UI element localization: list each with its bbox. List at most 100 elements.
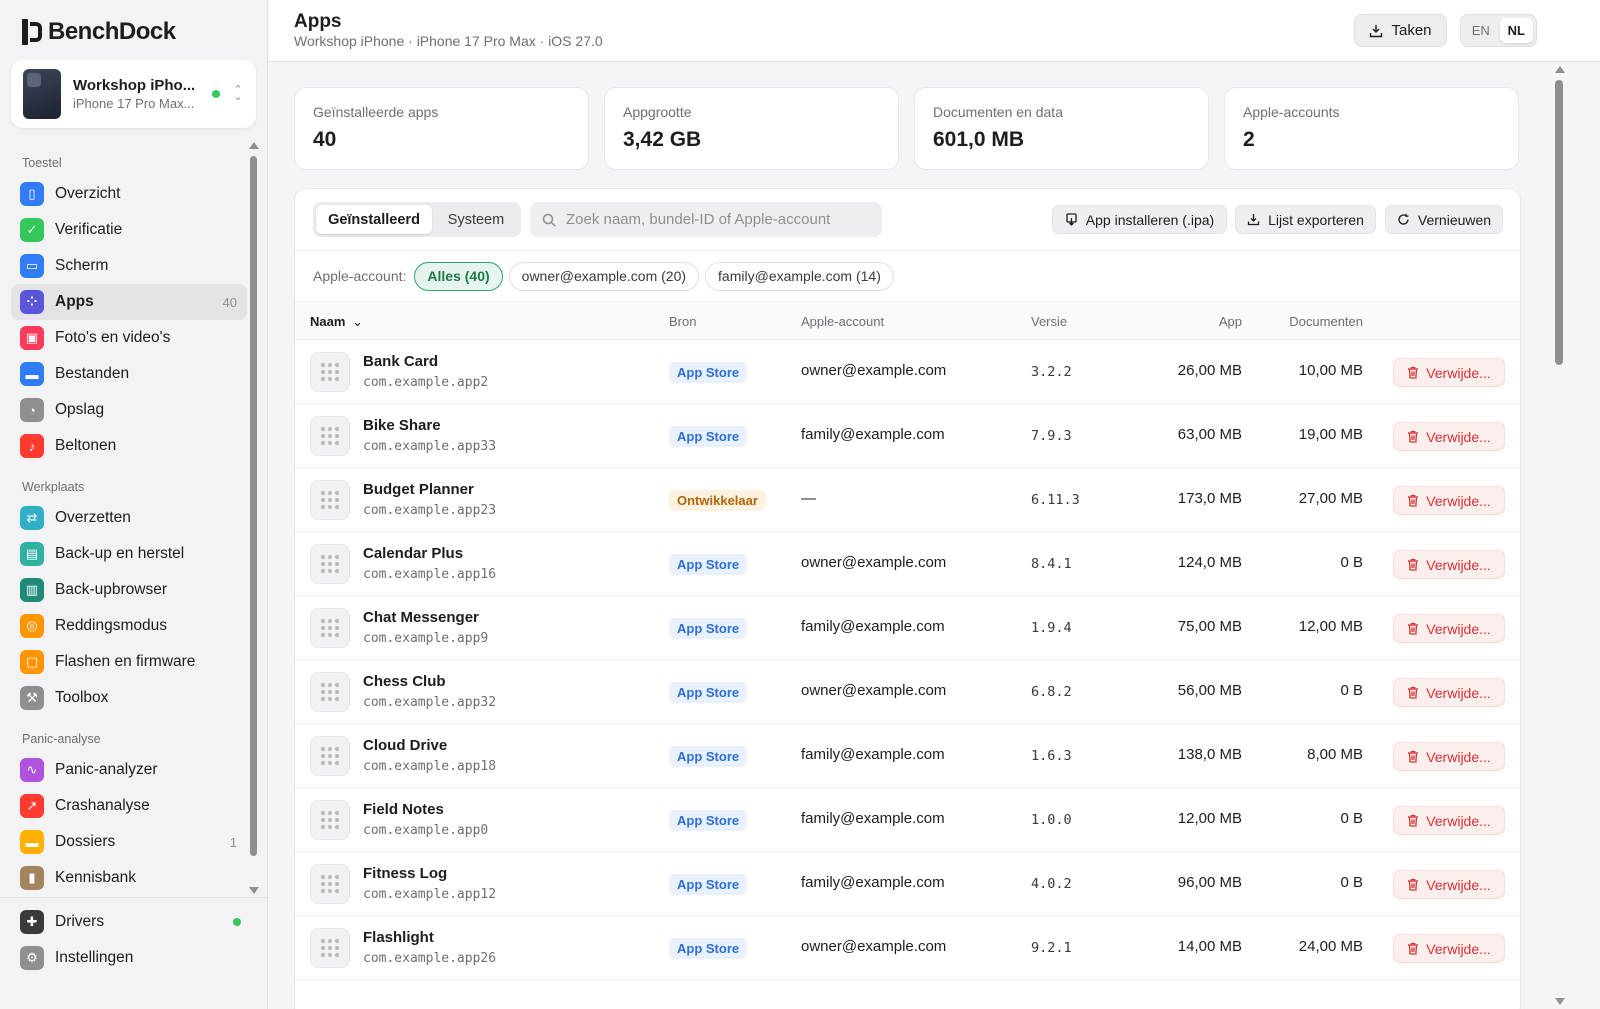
sidebar-item-back-up-en-herstel[interactable]: ▤ Back-up en herstel xyxy=(11,536,247,572)
app-placeholder-icon xyxy=(310,800,350,840)
delete-app-button[interactable]: Verwijde... xyxy=(1393,806,1505,835)
scroll-up-arrow-icon[interactable] xyxy=(1555,66,1565,73)
sidebar-item-flashen-en-firmware[interactable]: ▢ Flashen en firmware xyxy=(11,644,247,680)
apps-toolbar: Geïnstalleerd Systeem App installeren (.… xyxy=(295,189,1520,251)
install-app-button[interactable]: App installeren (.ipa) xyxy=(1052,205,1227,234)
scroll-down-arrow-icon[interactable] xyxy=(1555,998,1565,1005)
source-badge: App Store xyxy=(669,810,748,831)
delete-label: Verwijde... xyxy=(1426,428,1491,445)
sidebar-item-crashanalyse[interactable]: ↗ Crashanalyse xyxy=(11,788,247,824)
pie-icon: ◔ xyxy=(20,398,44,422)
app-placeholder-icon xyxy=(310,352,350,392)
column-header-account[interactable]: Apple-account xyxy=(801,314,884,329)
delete-label: Verwijde... xyxy=(1426,364,1491,381)
search-input[interactable] xyxy=(566,211,866,228)
delete-app-button[interactable]: Verwijde... xyxy=(1393,422,1505,451)
trash-icon xyxy=(1408,622,1419,635)
puzzle-icon: ✚ xyxy=(20,910,44,934)
search-field[interactable] xyxy=(530,202,882,237)
table-row[interactable]: Calendar Plus com.example.app16 App Store o… xyxy=(295,532,1520,596)
sidebar-item-reddingsmodus[interactable]: ◎ Reddingsmodus xyxy=(11,608,247,644)
tab-installed[interactable]: Geïnstalleerd xyxy=(316,205,432,234)
tasks-button[interactable]: Taken xyxy=(1354,14,1447,47)
device-switcher[interactable]: Workshop iPho... iPhone 17 Pro Max... ⌃ ⌄ xyxy=(11,60,256,128)
folder-stack-icon: ▬ xyxy=(20,830,44,854)
main-scroll-thumb[interactable] xyxy=(1555,80,1563,365)
app-placeholder-icon xyxy=(310,608,350,648)
delete-app-button[interactable]: Verwijde... xyxy=(1393,678,1505,707)
pulse-icon: ∿ xyxy=(20,758,44,782)
sidebar-item-opslag[interactable]: ◔ Opslag xyxy=(11,392,247,428)
table-row[interactable]: Fitness Log com.example.app12 App Store fam… xyxy=(295,852,1520,916)
sidebar-item-toolbox[interactable]: ⚒ Toolbox xyxy=(11,680,247,716)
sidebar-item-back-upbrowser[interactable]: ▥ Back-upbrowser xyxy=(11,572,247,608)
filter-chip-all[interactable]: Alles (40) xyxy=(414,261,503,291)
table-row[interactable]: Chess Club com.example.app32 App Store owne… xyxy=(295,660,1520,724)
language-toggle: EN NL xyxy=(1460,14,1537,47)
delete-app-button[interactable]: Verwijde... xyxy=(1393,358,1505,387)
trash-icon xyxy=(1408,814,1419,827)
delete-app-button[interactable]: Verwijde... xyxy=(1393,742,1505,771)
filter-chip-owner[interactable]: owner@example.com (20) xyxy=(508,261,700,291)
app-size-cell: 12,00 MB xyxy=(1177,810,1242,827)
column-header-documents[interactable]: Documenten xyxy=(1289,314,1363,329)
app-name: Flashlight xyxy=(363,929,434,946)
main-scrollbar[interactable] xyxy=(1552,62,1566,1009)
delete-app-button[interactable]: Verwijde... xyxy=(1393,870,1505,899)
scroll-down-arrow-icon[interactable] xyxy=(249,887,259,894)
table-row[interactable]: Bike Share com.example.app33 App Store fami… xyxy=(295,404,1520,468)
table-row[interactable]: Chat Messenger com.example.app9 App Store f… xyxy=(295,596,1520,660)
app-placeholder-icon xyxy=(310,544,350,584)
tab-system[interactable]: Systeem xyxy=(436,205,516,234)
app-placeholder-icon xyxy=(310,480,350,520)
sidebar-item-dossiers[interactable]: ▬ Dossiers 1 xyxy=(11,824,247,860)
delete-app-button[interactable]: Verwijde... xyxy=(1393,934,1505,963)
chevron-up-down-icon: ⌃ ⌄ xyxy=(233,84,243,103)
apple-account-cell: family@example.com xyxy=(801,874,945,891)
sidebar-item-overzicht[interactable]: ▯ Overzicht xyxy=(11,176,247,212)
sidebar-item-verificatie[interactable]: ✓ Verificatie xyxy=(11,212,247,248)
sidebar-item-apps[interactable]: ⁘ Apps 40 xyxy=(11,284,247,320)
sidebar-item-overzetten[interactable]: ⇄ Overzetten xyxy=(11,500,247,536)
sidebar-item-scherm[interactable]: ▭ Scherm xyxy=(11,248,247,284)
sidebar-scroll-thumb[interactable] xyxy=(250,156,257,856)
column-header-version[interactable]: Versie xyxy=(1031,314,1067,329)
sidebar-item-kennisbank[interactable]: ▮ Kennisbank xyxy=(11,860,247,896)
sidebar-scrollbar[interactable] xyxy=(248,140,259,896)
table-row[interactable]: Bank Card com.example.app2 App Store owner@… xyxy=(295,340,1520,404)
table-row[interactable]: Budget Planner com.example.app23 Ontwikkel… xyxy=(295,468,1520,532)
sidebar-item-panic-analyzer[interactable]: ∿ Panic-analyzer xyxy=(11,752,247,788)
sidebar-item-drivers[interactable]: ✚ Drivers xyxy=(11,904,257,940)
sidebar-item-instellingen[interactable]: ⚙ Instellingen xyxy=(11,940,257,976)
stat-documents-data: Documenten en data 601,0 MB xyxy=(914,87,1209,170)
delete-app-button[interactable]: Verwijde... xyxy=(1393,614,1505,643)
column-header-name[interactable]: Naam ⌄ xyxy=(310,314,363,330)
table-row[interactable]: Field Notes com.example.app0 App Store fami… xyxy=(295,788,1520,852)
app-name: Calendar Plus xyxy=(363,545,464,562)
sidebar-item-foto-s-en-video-s[interactable]: ▣ Foto's en video's xyxy=(11,320,247,356)
music-note-icon: ♪ xyxy=(20,434,44,458)
filter-chip-family[interactable]: family@example.com (14) xyxy=(705,261,894,291)
refresh-button[interactable]: Vernieuwen xyxy=(1385,205,1503,234)
column-label: Naam xyxy=(310,314,346,329)
delete-app-button[interactable]: Verwijde... xyxy=(1393,550,1505,579)
column-header-source[interactable]: Bron xyxy=(669,314,696,329)
stat-label: Documenten en data xyxy=(933,104,1063,120)
sidebar-item-bestanden[interactable]: ▬ Bestanden xyxy=(11,356,247,392)
table-row[interactable]: Cloud Drive com.example.app18 App Store fam… xyxy=(295,724,1520,788)
lang-en-button[interactable]: EN xyxy=(1464,18,1498,43)
sidebar-item-label: Reddingsmodus xyxy=(55,617,168,634)
app-type-segmented-control: Geïnstalleerd Systeem xyxy=(313,202,521,237)
apple-account-cell: family@example.com xyxy=(801,810,945,827)
stat-value: 2 xyxy=(1243,128,1255,151)
documents-size-cell: 8,00 MB xyxy=(1307,746,1363,763)
lang-nl-button[interactable]: NL xyxy=(1499,18,1533,43)
folder-icon: ▬ xyxy=(20,362,44,386)
delete-app-button[interactable]: Verwijde... xyxy=(1393,486,1505,515)
sidebar-item-beltonen[interactable]: ♪ Beltonen xyxy=(11,428,247,464)
column-header-app-size[interactable]: App xyxy=(1219,314,1242,329)
scroll-up-arrow-icon[interactable] xyxy=(249,142,259,149)
app-name: Bike Share xyxy=(363,417,441,434)
table-row[interactable]: Flashlight com.example.app26 App Store owne… xyxy=(295,916,1520,980)
export-list-button[interactable]: Lijst exporteren xyxy=(1235,205,1376,234)
